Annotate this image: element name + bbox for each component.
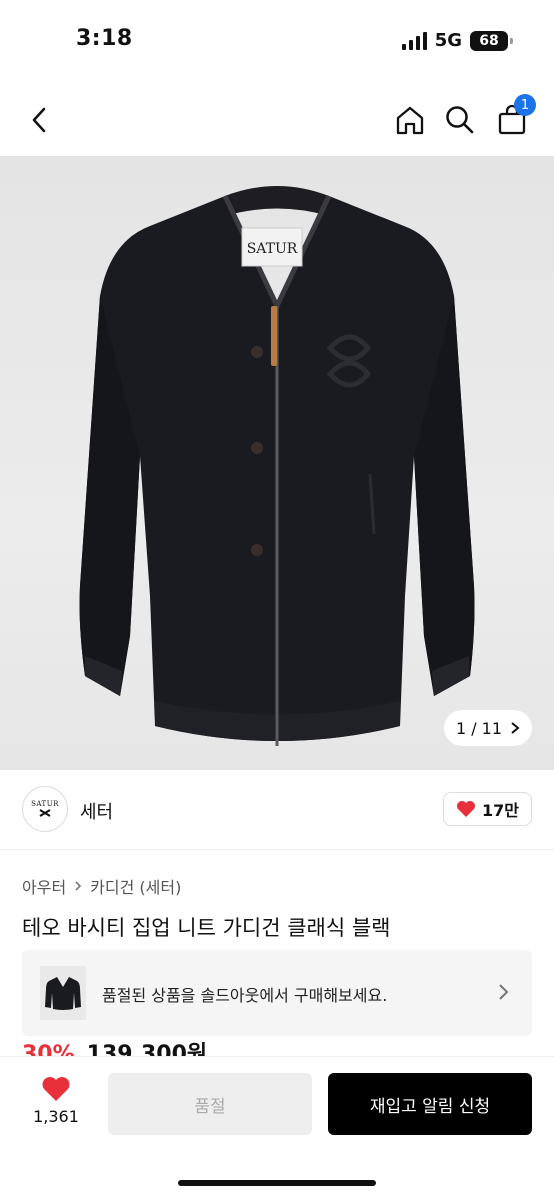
brand-name[interactable]: 세터	[80, 798, 113, 824]
brand-emblem-icon	[39, 809, 51, 817]
product-photo-cardigan: SATUR	[79, 186, 475, 746]
search-button[interactable]	[440, 100, 480, 140]
chevron-right-icon	[75, 881, 82, 891]
neck-label-text: SATUR	[247, 241, 298, 257]
breadcrumb-level1[interactable]: 아우터	[22, 874, 66, 898]
status-time: 3:18	[76, 26, 133, 51]
chevron-left-icon	[32, 107, 46, 133]
image-counter-text: 1 / 11	[455, 718, 503, 738]
chevron-right-icon	[511, 722, 520, 734]
brand-like-count: 17만	[482, 801, 519, 820]
signal-icon	[401, 31, 427, 50]
brand-like-button[interactable]: 17만	[443, 792, 532, 826]
soldout-marketplace-banner[interactable]: 품절된 상품을 솔드아웃에서 구매해보세요.	[22, 950, 532, 1036]
sale-price: 139,300원	[86, 1042, 208, 1056]
cart-button[interactable]: 1	[492, 94, 536, 140]
back-button[interactable]	[20, 100, 60, 140]
heart-icon	[457, 801, 475, 817]
wishlist-count: 1,361	[33, 1107, 79, 1126]
discount-rate: 30%	[22, 1042, 75, 1056]
battery-icon: 68	[470, 30, 513, 51]
top-navbar: 1	[0, 84, 554, 156]
status-indicators: 5G 68	[401, 30, 513, 51]
product-title: 테오 바시티 집업 니트 가디건 클래식 블랙	[22, 916, 391, 940]
breadcrumb: 아우터 카디건 (세터)	[22, 874, 181, 898]
restock-alert-button[interactable]: 재입고 알림 신청	[328, 1073, 532, 1135]
home-indicator	[178, 1180, 376, 1186]
breadcrumb-level2[interactable]: 카디건 (세터)	[90, 874, 181, 898]
wishlist-button[interactable]: 1,361	[24, 1075, 88, 1145]
home-button[interactable]	[390, 100, 430, 140]
image-counter[interactable]: 1 / 11	[444, 710, 532, 746]
price-row: 30% 139,300원	[22, 1040, 207, 1056]
home-icon	[396, 106, 424, 135]
cardigan-thumbnail-image	[45, 977, 81, 1010]
product-image-carousel[interactable]: SATUR 1 / 11	[0, 156, 554, 770]
brand-row[interactable]: SATUR 세터 17만	[0, 770, 554, 850]
soldout-button[interactable]: 품절	[108, 1073, 312, 1135]
chevron-right-icon	[499, 984, 509, 1000]
network-type: 5G	[434, 30, 462, 51]
status-bar: 3:18 5G 68	[0, 0, 554, 84]
banner-product-thumbnail	[40, 966, 86, 1020]
bottom-action-bar: 1,361 품절 재입고 알림 신청	[0, 1056, 554, 1200]
banner-text: 품절된 상품을 솔드아웃에서 구매해보세요.	[102, 986, 388, 1005]
cart-count-badge: 1	[514, 94, 536, 116]
heart-icon	[42, 1077, 70, 1101]
search-icon	[446, 106, 474, 134]
brand-logo[interactable]: SATUR	[22, 786, 68, 832]
brand-logo-text: SATUR	[31, 800, 59, 808]
